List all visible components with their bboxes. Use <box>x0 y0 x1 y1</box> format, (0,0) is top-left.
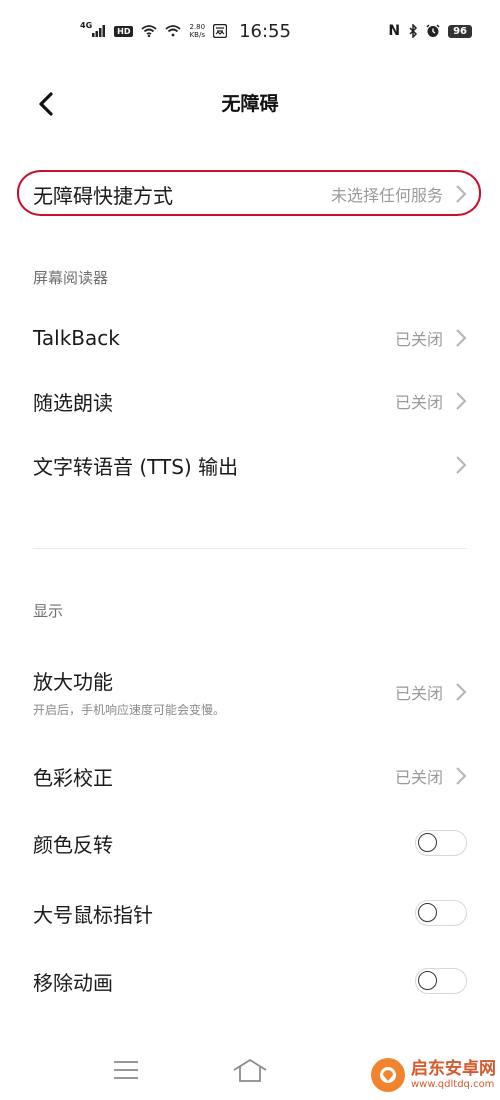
talkback-item[interactable]: TalkBack 已关闭 <box>33 318 467 358</box>
chevron-right-icon <box>456 185 467 203</box>
home-button[interactable] <box>228 1052 272 1088</box>
chevron-right-icon <box>456 456 467 474</box>
watermark-name: 启东安卓网 <box>411 1059 496 1080</box>
magnification-text: 放大功能 开启后，手机响应速度可能会变慢。 <box>33 666 225 718</box>
remove-animations-item: 移除动画 <box>33 961 467 1001</box>
chevron-right-icon <box>456 329 467 347</box>
watermark-text: 启东安卓网 www.qdltdq.com <box>411 1060 496 1090</box>
display-section-label: 显示 <box>33 602 64 620</box>
large-pointer-item: 大号鼠标指针 <box>33 893 467 933</box>
magnification-label: 放大功能 <box>33 670 113 694</box>
page-title: 无障碍 <box>221 93 279 115</box>
color-correction-value: 已关闭 <box>394 768 443 787</box>
talkback-value: 已关闭 <box>394 330 443 349</box>
tts-output-item[interactable]: 文字转语音 (TTS) 输出 <box>33 445 467 485</box>
talkback-label: TalkBack <box>33 326 120 350</box>
menu-button[interactable] <box>104 1052 148 1088</box>
status-bar: 4G HD 2.80 KB/s 16:55 N 96 <box>0 0 500 60</box>
large-pointer-label: 大号鼠标指针 <box>33 902 153 927</box>
chevron-right-icon <box>456 392 467 410</box>
color-correction-item[interactable]: 色彩校正 已关闭 <box>33 756 467 796</box>
alarm-icon <box>426 24 440 38</box>
network-speed: 2.80 KB/s <box>189 23 205 39</box>
network-type-label: 4G <box>80 21 93 30</box>
cellular-signal-icon: 4G <box>80 21 106 37</box>
home-icon <box>233 1058 267 1082</box>
back-button[interactable] <box>28 86 64 122</box>
large-pointer-toggle[interactable] <box>415 900 467 926</box>
magnification-subtext: 开启后，手机响应速度可能会变慢。 <box>33 703 226 717</box>
wifi-icon <box>141 25 158 37</box>
back-arrow-icon <box>39 92 53 116</box>
color-correction-label: 色彩校正 <box>33 765 113 790</box>
toggle-knob <box>418 903 437 922</box>
header: 无障碍 <box>0 72 500 136</box>
magnification-item[interactable]: 放大功能 开启后，手机响应速度可能会变慢。 已关闭 <box>33 662 467 722</box>
wifi-secondary-icon <box>165 25 182 37</box>
accessibility-shortcut-item[interactable]: 无障碍快捷方式 未选择任何服务 <box>33 176 467 212</box>
toggle-knob <box>418 833 437 852</box>
watermark-url: www.qdltdq.com <box>411 1078 495 1090</box>
select-to-speak-item[interactable]: 随选朗读 已关闭 <box>33 381 467 421</box>
watermark: 启东安卓网 www.qdltdq.com <box>371 1058 496 1092</box>
hd-voice-icon: HD <box>114 25 134 37</box>
tts-output-label: 文字转语音 (TTS) 输出 <box>33 454 239 479</box>
network-speed-unit: KB/s <box>189 31 205 39</box>
nfc-icon: N <box>388 23 401 39</box>
shortcut-label: 无障碍快捷方式 <box>33 183 173 208</box>
color-inversion-item: 颜色反转 <box>33 823 467 863</box>
notification-app-icon <box>213 24 228 38</box>
remove-animations-toggle[interactable] <box>415 968 467 994</box>
section-divider <box>33 548 467 549</box>
color-inversion-label: 颜色反转 <box>33 832 113 857</box>
select-to-speak-value: 已关闭 <box>394 393 443 412</box>
watermark-logo-icon <box>371 1058 405 1092</box>
bluetooth-icon <box>408 24 418 38</box>
toggle-knob <box>418 971 437 990</box>
select-to-speak-label: 随选朗读 <box>33 390 113 415</box>
status-time: 16:55 <box>239 20 291 42</box>
screen-reader-section-label: 屏幕阅读器 <box>33 269 109 287</box>
shortcut-value: 未选择任何服务 <box>330 186 443 205</box>
battery-icon: 96 <box>448 24 472 38</box>
menu-icon <box>114 1061 138 1079</box>
chevron-right-icon <box>456 767 467 785</box>
color-inversion-toggle[interactable] <box>415 830 467 856</box>
chevron-right-icon <box>456 683 467 701</box>
remove-animations-label: 移除动画 <box>33 970 113 995</box>
magnification-value: 已关闭 <box>394 684 443 703</box>
network-speed-value: 2.80 <box>189 23 206 31</box>
